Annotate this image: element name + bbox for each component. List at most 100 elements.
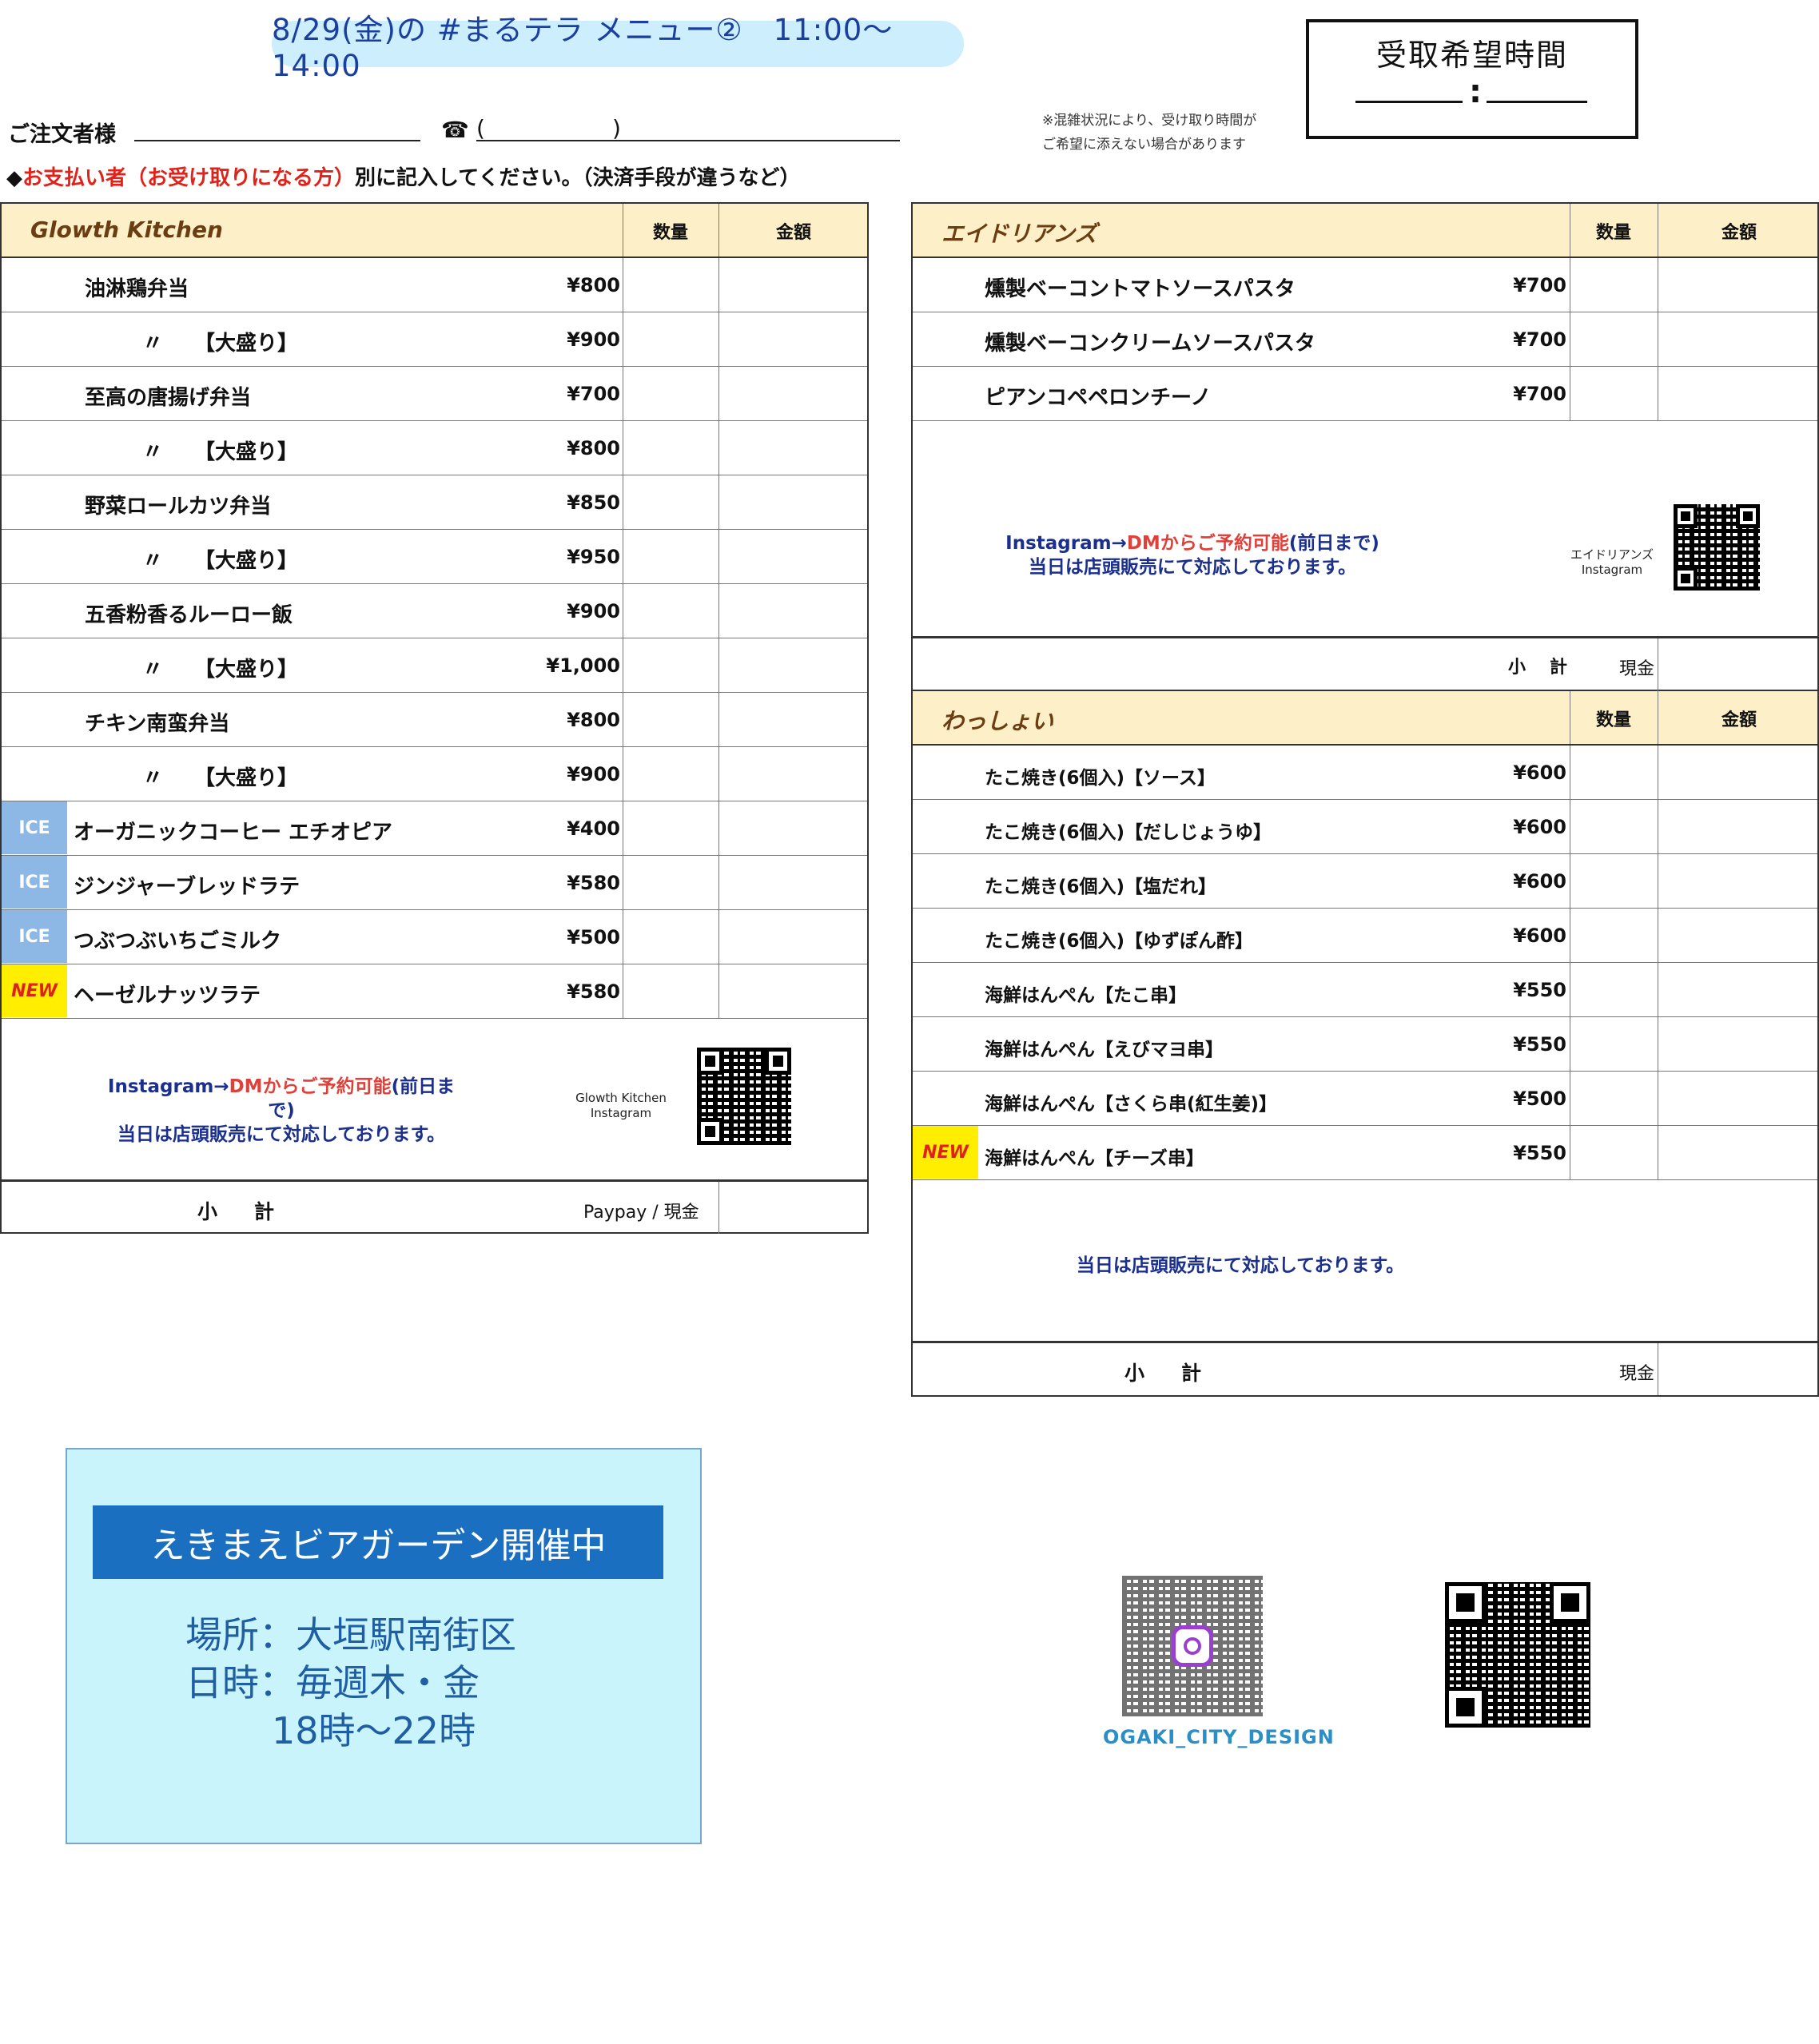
amount-cell[interactable] xyxy=(719,584,867,638)
item-price: ¥850 xyxy=(567,491,620,514)
qty-cell[interactable] xyxy=(1570,1017,1658,1071)
amount-cell[interactable] xyxy=(719,475,867,529)
menu-row: NEW ヘーゼルナッツラテ ¥580 xyxy=(2,964,867,1019)
qty-cell[interactable] xyxy=(623,856,718,909)
glowth-qr-code[interactable] xyxy=(697,1048,791,1145)
menu-row: チキン南蛮弁当 ¥800 xyxy=(2,693,867,747)
wasshoi-subtotal-field[interactable] xyxy=(1658,1343,1817,1395)
note-emphasis: お支払い者（お受け取りになる方） xyxy=(22,166,356,190)
amount-cell[interactable] xyxy=(1658,1017,1817,1071)
item-price: ¥400 xyxy=(567,817,620,840)
amount-cell[interactable] xyxy=(1658,746,1817,799)
qty-cell[interactable] xyxy=(623,584,718,638)
qty-cell[interactable] xyxy=(623,530,718,583)
amount-cell[interactable] xyxy=(1658,909,1817,962)
qty-cell[interactable] xyxy=(623,693,718,746)
phone-open-paren: ( xyxy=(476,115,485,141)
item-price: ¥600 xyxy=(1513,925,1566,947)
instagram-icon xyxy=(1172,1625,1213,1667)
qty-cell[interactable] xyxy=(623,638,718,692)
payment-methods: 現金 xyxy=(1619,1364,1655,1384)
amount-cell[interactable] xyxy=(1658,854,1817,908)
beer-garden-date: 日時：毎週木・金 xyxy=(185,1661,480,1704)
note-rest: 別に記入してください。（決済手段が違うなど） xyxy=(355,166,801,190)
orderer-name-field[interactable] xyxy=(134,140,420,141)
crowd-note-line-1: ※混雑状況により、受け取り時間が xyxy=(1042,113,1257,129)
item-name: たこ焼き(6個入)【塩だれ】 xyxy=(985,877,1217,897)
amount-cell[interactable] xyxy=(719,530,867,583)
glowth-subtotal-field[interactable] xyxy=(719,1182,867,1234)
amount-cell[interactable] xyxy=(1658,367,1817,420)
item-price: ¥700 xyxy=(1513,274,1566,296)
amount-cell[interactable] xyxy=(719,693,867,746)
glowth-subtotal-row: 小計 Paypay / 現金 xyxy=(2,1182,867,1234)
qty-cell[interactable] xyxy=(1570,963,1658,1016)
amount-cell[interactable] xyxy=(719,367,867,420)
qty-cell[interactable] xyxy=(1570,800,1658,853)
qty-cell[interactable] xyxy=(1570,367,1658,420)
item-price: ¥900 xyxy=(567,763,620,785)
item-price: ¥700 xyxy=(1513,328,1566,351)
item-name: 野菜ロールカツ弁当 xyxy=(85,495,272,519)
qty-cell[interactable] xyxy=(1570,854,1658,908)
glowth-instagram-block: Instagram→DMからご予約可能(前日まで) 当日は店頭販売にて対応してお… xyxy=(2,1019,867,1182)
qty-cell[interactable] xyxy=(623,421,718,475)
item-price: ¥800 xyxy=(567,274,620,296)
city-instagram-qr[interactable] xyxy=(1122,1576,1263,1716)
item-name: 海鮮はんぺん【チーズ串】 xyxy=(985,1148,1204,1169)
item-price: ¥600 xyxy=(1513,870,1566,893)
qty-cell[interactable] xyxy=(623,964,718,1018)
shop-name: Glowth Kitchen xyxy=(30,217,223,243)
amount-cell[interactable] xyxy=(719,856,867,909)
qty-cell[interactable] xyxy=(623,367,718,420)
qty-cell[interactable] xyxy=(623,910,718,964)
adrians-subtotal-field[interactable] xyxy=(1658,638,1817,691)
insta-note-a: Instagram→ xyxy=(1005,533,1127,554)
item-name: つぶつぶいちごミルク xyxy=(74,929,282,953)
qty-cell[interactable] xyxy=(623,747,718,801)
subtotal-label: 小計 xyxy=(1124,1362,1239,1385)
phone-field[interactable] xyxy=(476,140,900,141)
amount-cell[interactable] xyxy=(719,910,867,964)
item-name: 燻製ベーコントマトソースパスタ xyxy=(985,277,1296,301)
amount-cell[interactable] xyxy=(719,801,867,855)
adrians-header-row: エイドリアンズ 数量 金額 xyxy=(913,204,1817,258)
amount-cell[interactable] xyxy=(719,421,867,475)
menu-row: たこ焼き(6個入)【だしじょうゆ】 ¥600 xyxy=(913,800,1817,854)
menu-row: 〃 【大盛り】 ¥900 xyxy=(2,312,867,367)
pickup-time-title: 受取希望時間 xyxy=(1375,38,1568,73)
amount-cell[interactable] xyxy=(719,312,867,366)
amount-cell[interactable] xyxy=(719,258,867,312)
qty-cell[interactable] xyxy=(1570,312,1658,366)
qty-cell[interactable] xyxy=(623,475,718,529)
amount-cell[interactable] xyxy=(1658,800,1817,853)
qty-cell[interactable] xyxy=(1570,1072,1658,1125)
amount-cell[interactable] xyxy=(1658,258,1817,312)
qty-cell[interactable] xyxy=(623,258,718,312)
menu-row: 〃 【大盛り】 ¥1,000 xyxy=(2,638,867,693)
city-site-qr[interactable] xyxy=(1445,1582,1590,1728)
qty-cell[interactable] xyxy=(1570,258,1658,312)
adrians-qr-code[interactable] xyxy=(1674,504,1760,591)
qty-cell[interactable] xyxy=(1570,746,1658,799)
qty-cell[interactable] xyxy=(623,801,718,855)
pickup-minute-field[interactable] xyxy=(1487,101,1587,103)
amount-cell[interactable] xyxy=(719,638,867,692)
amount-cell[interactable] xyxy=(719,964,867,1018)
pickup-hour-field[interactable] xyxy=(1355,101,1463,103)
amount-cell[interactable] xyxy=(1658,1126,1817,1179)
amount-cell[interactable] xyxy=(719,747,867,801)
insta-note-c: (前日まで) xyxy=(1288,533,1379,554)
amount-cell[interactable] xyxy=(1658,963,1817,1016)
wasshoi-note: 当日は店頭販売にて対応しております。 xyxy=(1076,1255,1405,1276)
item-name: たこ焼き(6個入)【ソース】 xyxy=(985,768,1216,789)
item-name: 〃 【大盛り】 xyxy=(142,332,299,356)
qty-cell[interactable] xyxy=(1570,1126,1658,1179)
ice-badge: ICE xyxy=(2,801,67,854)
amount-cell[interactable] xyxy=(1658,312,1817,366)
amount-cell[interactable] xyxy=(1658,1072,1817,1125)
qty-cell[interactable] xyxy=(1570,909,1658,962)
qr-caption-line-1: Glowth Kitchen xyxy=(575,1091,667,1105)
qty-cell[interactable] xyxy=(623,312,718,366)
item-name: 至高の唐揚げ弁当 xyxy=(85,386,252,410)
